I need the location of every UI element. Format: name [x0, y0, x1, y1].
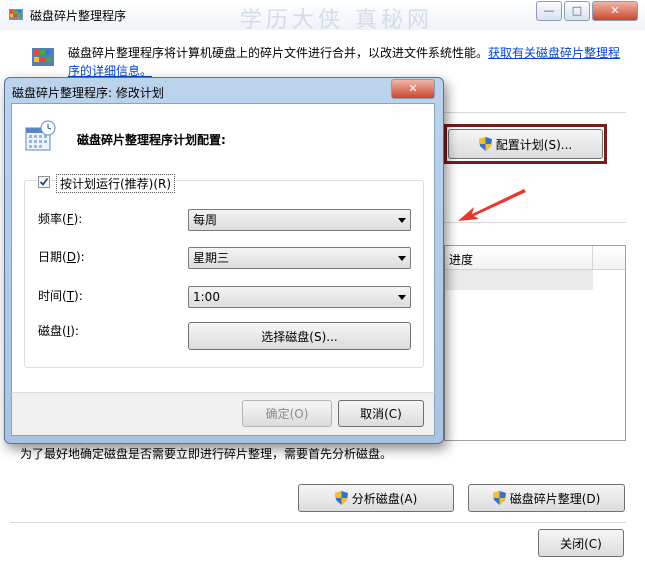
minimize-button[interactable]: —: [536, 1, 562, 21]
uac-shield-icon: [334, 491, 348, 505]
dropdown-arrow-icon: [398, 295, 406, 300]
dialog-heading: 磁盘碎片整理程序计划配置:: [77, 133, 226, 147]
column-header-progress[interactable]: 进度: [449, 251, 473, 268]
run-on-schedule-label[interactable]: 按计划运行(推荐)(R): [56, 174, 176, 193]
dialog-close-button[interactable]: ✕: [391, 79, 435, 99]
select-disks-button[interactable]: 选择磁盘(S)...: [188, 322, 411, 350]
configure-schedule-label: 配置计划(S)...: [495, 137, 573, 152]
analyze-disk-button[interactable]: 分析磁盘(A): [298, 484, 454, 512]
frequency-select[interactable]: 每周: [188, 209, 411, 231]
uac-shield-icon: [492, 491, 506, 505]
close-window-button[interactable]: ✕: [592, 1, 638, 21]
main-window-title: 磁盘碎片整理程序: [30, 9, 127, 23]
checkmark-icon: [39, 178, 49, 186]
defrag-large-icon: [32, 48, 54, 66]
close-button[interactable]: 关闭(C): [538, 529, 624, 557]
ok-button[interactable]: 确定(O): [242, 400, 332, 427]
day-label: 日期(D):: [38, 250, 85, 264]
defrag-app-icon: [9, 9, 23, 20]
analysis-note: 为了最好地确定磁盘是否需要立即进行碎片整理，需要首先分析磁盘。: [20, 447, 393, 461]
section-separator-3: [10, 522, 626, 523]
frequency-label: 频率(F):: [38, 212, 83, 226]
frequency-value: 每周: [193, 213, 218, 227]
defragment-disk-label: 磁盘碎片整理(D): [509, 491, 601, 506]
calendar-clock-icon: [25, 120, 56, 151]
column-divider[interactable]: [592, 246, 593, 270]
description-text: 磁盘碎片整理程序将计算机硬盘上的碎片文件进行合并，以改进文件系统性能。获取有关磁…: [68, 44, 628, 80]
disks-label: 磁盘(I):: [38, 324, 79, 338]
defragment-disk-button[interactable]: 磁盘碎片整理(D): [468, 484, 625, 512]
cancel-button[interactable]: 取消(C): [338, 400, 424, 427]
description-body: 磁盘碎片整理程序将计算机硬盘上的碎片文件进行合并，以改进文件系统性能。: [68, 46, 489, 60]
dialog-title: 磁盘碎片整理程序: 修改计划: [12, 86, 164, 100]
analyze-disk-label: 分析磁盘(A): [351, 491, 418, 506]
uac-shield-icon: [478, 137, 492, 151]
configure-schedule-button[interactable]: 配置计划(S)...: [448, 129, 603, 159]
dropdown-arrow-icon: [398, 218, 406, 223]
time-value: 1:00: [193, 290, 220, 304]
dropdown-arrow-icon: [398, 256, 406, 261]
run-on-schedule-checkbox[interactable]: [38, 176, 50, 188]
day-value: 星期三: [193, 251, 230, 265]
time-select[interactable]: 1:00: [188, 286, 411, 308]
time-label: 时间(T):: [38, 289, 83, 303]
maximize-button[interactable]: □: [564, 1, 590, 21]
day-select[interactable]: 星期三: [188, 247, 411, 269]
red-pointer-arrow-icon: [458, 189, 526, 221]
list-row[interactable]: [445, 270, 593, 290]
